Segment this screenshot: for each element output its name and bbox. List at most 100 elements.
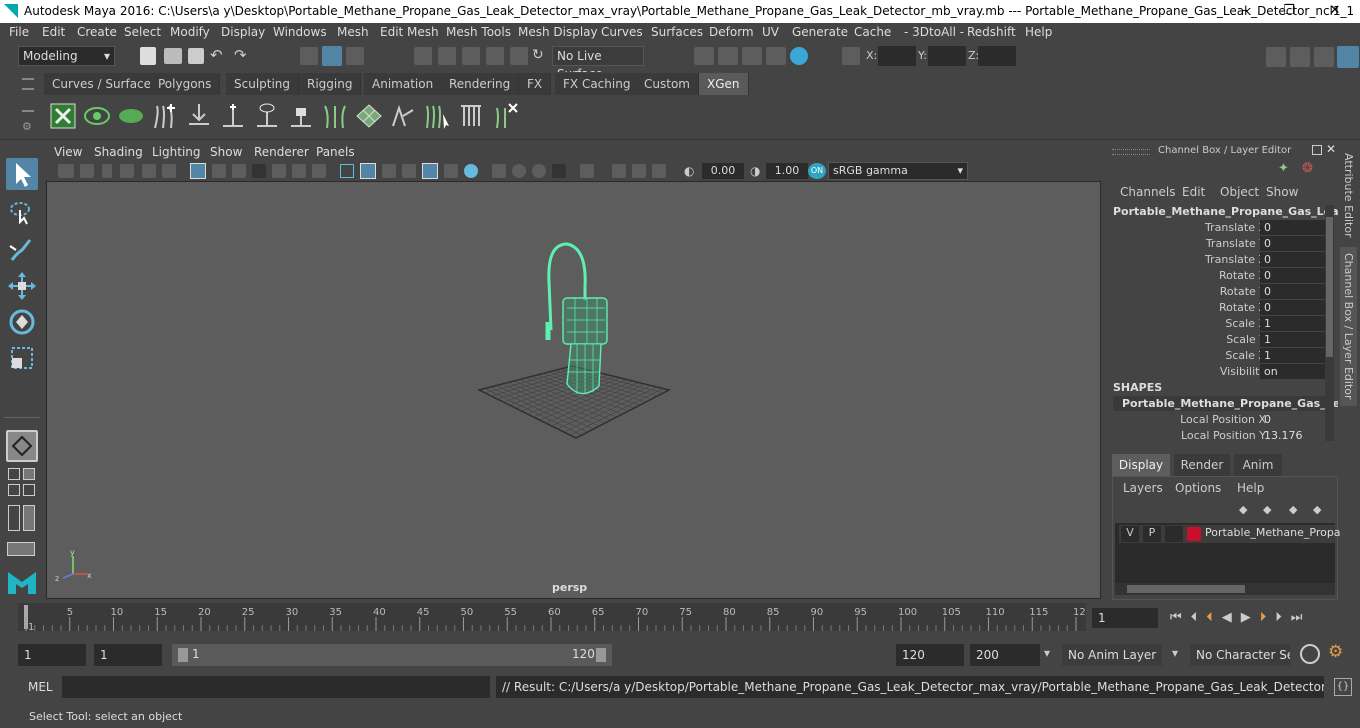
close-button[interactable]: ✕	[1312, 2, 1358, 22]
channel-value[interactable]: 0	[1260, 412, 1326, 427]
2d-pan-zoom-icon[interactable]	[142, 164, 156, 178]
shelf-menu-icon[interactable]	[22, 78, 34, 90]
single-perspective-layout-icon[interactable]	[6, 430, 38, 462]
move-tool-icon[interactable]	[6, 270, 38, 302]
anti-aliasing-icon[interactable]	[512, 164, 526, 178]
channel-scale-y[interactable]: Scale Y1	[1106, 332, 1326, 348]
command-language-label[interactable]: MEL	[28, 680, 53, 694]
menu-edit-mesh[interactable]: Edit Mesh	[380, 25, 439, 39]
hypershade-icon[interactable]	[790, 47, 808, 65]
character-set-field[interactable]: No Character Set	[1190, 644, 1290, 666]
shadows-icon[interactable]	[444, 164, 458, 178]
xgen-guide-tool-icon[interactable]	[219, 102, 247, 130]
menu-display[interactable]: Display	[221, 25, 265, 39]
channel-box-tab[interactable]: Channel Box / Layer Editor	[1340, 247, 1357, 406]
menu-modify[interactable]: Modify	[170, 25, 210, 39]
go-to-end-icon[interactable]: ⏭	[1291, 610, 1312, 625]
scrollbar-thumb[interactable]	[1127, 585, 1245, 593]
tab-polygons[interactable]: Polygons	[150, 73, 221, 95]
camera-attributes-icon[interactable]	[80, 164, 94, 178]
menu-help[interactable]: Help	[1025, 25, 1052, 39]
channel-translate-x[interactable]: Translate X0	[1106, 220, 1326, 236]
channel-box-toggle-icon[interactable]	[1337, 46, 1359, 68]
layer-visibility-toggle[interactable]: V	[1121, 526, 1139, 542]
cb-menu-edit[interactable]: Edit	[1182, 185, 1205, 199]
channel-value[interactable]: 1	[1260, 316, 1326, 331]
lasso-tool-icon[interactable]	[6, 196, 38, 228]
color-space-selector[interactable]: sRGB gamma ▾	[828, 162, 968, 180]
xray-joints-icon[interactable]	[632, 164, 646, 178]
layer-horizontal-scrollbar[interactable]	[1115, 583, 1335, 595]
channel-rotate-z[interactable]: Rotate Z0	[1106, 300, 1326, 316]
tab-curves-surfaces[interactable]: Curves / Surfaces	[44, 73, 167, 95]
textured-icon[interactable]	[402, 164, 416, 178]
channel-visibility[interactable]: Visibility on	[1106, 364, 1326, 380]
save-scene-icon[interactable]	[188, 48, 204, 64]
outliner-layout-icon[interactable]	[8, 505, 20, 531]
tab-rendering[interactable]: Rendering	[441, 73, 520, 95]
menu-create[interactable]: Create	[77, 25, 117, 39]
layer-playback-toggle[interactable]: P	[1143, 526, 1161, 542]
layer-name[interactable]: Portable_Methane_Propa	[1205, 526, 1341, 539]
modeling-toolkit-icon[interactable]	[1266, 47, 1286, 67]
minimize-button[interactable]: –	[1222, 2, 1268, 22]
field-chart-icon[interactable]	[272, 164, 286, 178]
menu-mesh[interactable]: Mesh	[337, 25, 369, 39]
attribute-editor-tab[interactable]: Attribute Editor	[1342, 153, 1355, 238]
tab-custom[interactable]: Custom	[636, 73, 699, 95]
cb-menu-channels[interactable]: Channels	[1120, 185, 1176, 199]
range-slider[interactable]: 1 120	[172, 644, 612, 666]
range-end-handle[interactable]	[596, 648, 606, 662]
menu-mesh-display[interactable]: Mesh Display	[518, 25, 598, 39]
xray-active-components-icon[interactable]	[612, 164, 626, 178]
render-frame-icon[interactable]	[718, 47, 738, 65]
channel-value[interactable]: 0	[1260, 252, 1326, 267]
panel-menu-lighting[interactable]: Lighting	[152, 145, 201, 159]
z-coordinate-field[interactable]	[978, 46, 1016, 66]
layer-menu-options[interactable]: Options	[1175, 481, 1221, 495]
channel-rotate-x[interactable]: Rotate X0	[1106, 268, 1326, 284]
panel-menu-view[interactable]: View	[54, 145, 82, 159]
channel-scrollbar[interactable]	[1325, 205, 1334, 441]
isolate-select-icon[interactable]	[552, 164, 566, 178]
menu-redshift[interactable]: Redshift	[967, 25, 1016, 39]
undo-icon[interactable]: ↶	[210, 46, 223, 64]
axis-orient-icon[interactable]: ✦	[1278, 161, 1289, 176]
float-panel-icon[interactable]	[1312, 145, 1322, 155]
scene-start-field[interactable]: 1	[18, 644, 86, 666]
xgen-sculpt-icon[interactable]	[389, 102, 417, 130]
channel-value[interactable]: 1	[1260, 332, 1326, 347]
channel-value[interactable]: 0	[1260, 220, 1326, 235]
go-to-start-icon[interactable]: ⏮	[1170, 610, 1191, 625]
channel-value[interactable]: 0	[1260, 268, 1326, 283]
xgen-create-description-icon[interactable]	[117, 102, 145, 130]
shelf-collapse-icon[interactable]	[22, 110, 34, 112]
menu-select[interactable]: Select	[124, 25, 161, 39]
image-plane-icon[interactable]	[120, 164, 134, 178]
xray-icon[interactable]	[580, 164, 594, 178]
step-forward-key-icon[interactable]: ⏵	[1260, 610, 1276, 625]
step-forward-icon[interactable]: ⏵	[1275, 610, 1291, 625]
bookmark-icon[interactable]	[102, 164, 112, 178]
grid-toggle-icon[interactable]	[190, 163, 206, 179]
gate-mask-icon[interactable]	[252, 164, 266, 178]
select-tool-icon[interactable]	[6, 158, 38, 190]
tab-animation[interactable]: Animation	[364, 73, 443, 95]
render-settings-icon[interactable]	[766, 47, 786, 65]
cb-menu-show[interactable]: Show	[1266, 185, 1298, 199]
step-back-key-icon[interactable]: ⏴	[1206, 610, 1222, 625]
play-forward-icon[interactable]: ▶	[1241, 610, 1260, 625]
ipr-render-icon[interactable]	[742, 47, 762, 65]
channel-value[interactable]: 0	[1260, 300, 1326, 315]
history-icon[interactable]: ↻	[532, 47, 544, 63]
screen-space-ao-icon[interactable]	[464, 164, 478, 178]
attribute-editor-icon[interactable]	[1290, 47, 1310, 67]
select-objects-icon[interactable]	[322, 46, 342, 66]
playback-end-field[interactable]: 120	[896, 644, 964, 666]
film-gate-icon[interactable]	[212, 164, 226, 178]
menu-3dtoall[interactable]: - 3DtoAll -	[904, 25, 964, 39]
playback-start-field[interactable]: 1	[94, 644, 162, 666]
command-input[interactable]	[62, 676, 490, 698]
maya-home-icon[interactable]	[6, 566, 38, 596]
selected-object-name[interactable]: Portable_Methane_Propane_Gas_Leak...	[1113, 205, 1358, 218]
